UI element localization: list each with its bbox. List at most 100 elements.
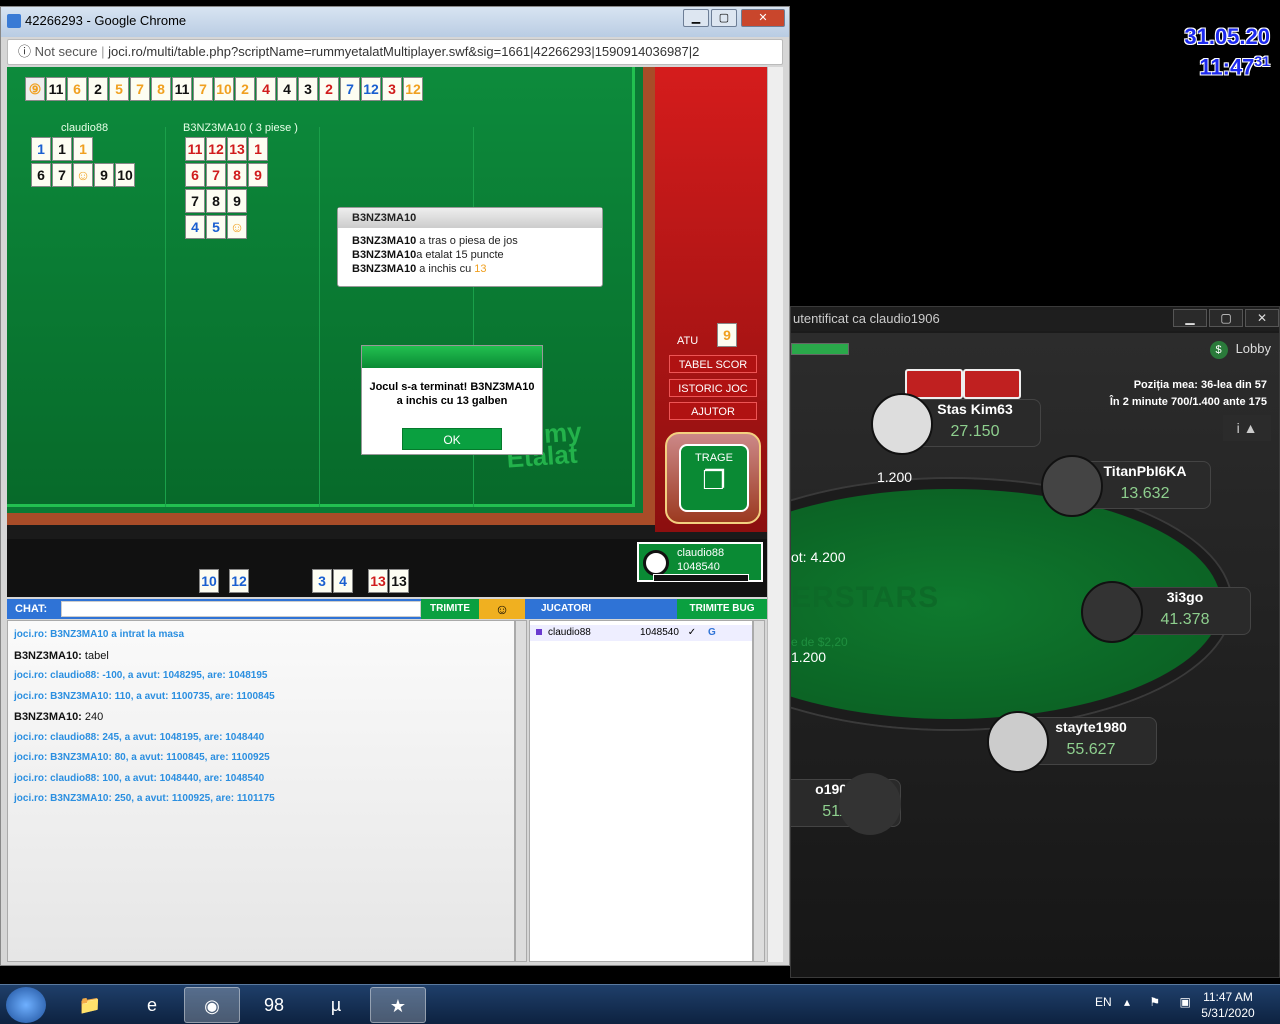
chat-bar: CHAT: TRIMITE ☺ JUCATORI TRIMITE BUG [7,599,767,619]
address-bar[interactable]: ⓘ Not secure | joci.ro/multi/table.php?s… [7,39,783,65]
help-button[interactable]: AJUTOR [669,402,757,420]
tournament-info: Poziția mea: 36-lea din 57 În 2 minute 7… [1110,377,1267,411]
score-table-button[interactable]: TABEL SCOR [669,355,757,373]
tile[interactable]: 6 [31,163,51,187]
tile[interactable]: ☺ [73,163,93,187]
language-indicator[interactable]: EN [1095,995,1112,1009]
utorrent-icon[interactable]: µ [308,987,364,1023]
tile[interactable]: 1 [31,137,51,161]
tile[interactable]: 2 [88,77,108,101]
game-over-dialog: Jocul s-a terminat! B3NZ3MA10 a inchis c… [361,345,543,455]
tile[interactable]: 7 [193,77,213,101]
tile[interactable]: 11 [46,77,66,101]
meld-row: 6789 [185,163,269,187]
tile[interactable]: 7 [340,77,360,101]
tile[interactable]: 8 [151,77,171,101]
internet-explorer-icon[interactable]: e [124,987,180,1023]
tile[interactable]: 8 [227,163,247,187]
atu-label: ATU [677,335,699,347]
tile[interactable]: 3 [312,569,332,593]
tile[interactable]: 5 [109,77,129,101]
tile[interactable]: 6 [185,163,205,187]
tile[interactable]: 4 [333,569,353,593]
info-icon[interactable]: ⓘ [18,44,31,59]
tile[interactable]: 3 [382,77,402,101]
tile[interactable]: 7 [130,77,150,101]
joker-tile[interactable]: ⑨ [25,77,45,101]
tile[interactable]: 6 [67,77,87,101]
tile[interactable]: 10 [199,569,219,593]
tile[interactable]: 5 [206,215,226,239]
tile[interactable]: 12 [361,77,381,101]
popup-line: B3NZ3MA10 a tras o piesa de jos [352,235,518,247]
tile[interactable]: 7 [206,163,226,187]
players-scrollbar[interactable] [753,620,765,962]
minimize-button[interactable]: ▁ [1173,309,1207,327]
maximize-button[interactable]: ▢ [1209,309,1243,327]
emoji-button[interactable]: ☺ [479,599,525,619]
blinds-info: În 2 minute 700/1.400 ante 175 [1109,396,1267,408]
side-panel: ATU 9 TABEL SCOR ISTORIC JOC AJUTOR TRAG… [655,67,767,532]
tile[interactable]: 12 [206,137,226,161]
tile[interactable]: 1 [73,137,93,161]
close-button[interactable]: ✕ [741,9,785,27]
tile[interactable]: 7 [52,163,72,187]
lobby-button[interactable]: $ Lobby [1209,341,1271,359]
info-icon[interactable]: i ▲ [1223,415,1271,441]
send-button[interactable]: TRIMITE [421,599,479,619]
seat-titanpbi6ka[interactable]: TitanPbI6KA 13.632 [1041,455,1211,517]
tile[interactable]: 7 [185,189,205,213]
minimize-button[interactable]: ▁ [683,9,709,27]
tile[interactable]: 11 [185,137,205,161]
tile[interactable]: 10 [115,163,135,187]
tile[interactable]: 13 [389,569,409,593]
system-tray[interactable]: ▴ ⚑ ▣ [1124,995,1199,1009]
player-row[interactable]: claudio88 1048540 ✓ G [530,625,752,641]
atu-tile: 9 [717,323,737,347]
chat-scrollbar[interactable] [515,620,527,962]
tile[interactable]: 8 [206,189,226,213]
tile[interactable]: 4 [277,77,297,101]
tile[interactable]: 4 [256,77,276,101]
tile[interactable]: 2 [235,77,255,101]
tile[interactable]: 9 [227,189,247,213]
chat-input[interactable] [61,601,421,617]
meld-row: 111 [31,137,94,161]
top-tile-row[interactable]: ⑨ 11 6 2 5 7 8 11 7 10 2 4 4 3 2 7 12 3 12 [25,77,424,103]
tile[interactable]: 9 [94,163,114,187]
explorer-icon[interactable]: 📁 [62,987,118,1023]
desktop-clock: 31.05.20 11:4731 [1184,24,1270,79]
tile[interactable]: 10 [214,77,234,101]
page-scrollbar[interactable] [767,67,783,962]
pokerstars-icon[interactable]: ★ [370,987,426,1023]
tile[interactable]: 11 [172,77,192,101]
chat-line: joci.ro: claudio88: 245, a avut: 1048195… [14,731,265,743]
tile[interactable]: 13 [227,137,247,161]
tile[interactable]: 9 [248,163,268,187]
seat-3i3go[interactable]: 3i3go 41.378 [1081,581,1251,643]
side-text: e de $2,20 [791,635,848,649]
hand-tiles[interactable]: 10 12 3 4 13 13 [199,569,410,593]
tile[interactable]: 2 [319,77,339,101]
tile[interactable]: 12 [229,569,249,593]
tile[interactable]: 3 [298,77,318,101]
start-button[interactable] [6,987,46,1023]
tile[interactable]: 13 [368,569,388,593]
maximize-button[interactable]: ▢ [711,9,737,27]
deck-icon: ❐ [702,465,726,495]
tile[interactable]: ☺ [227,215,247,239]
tile[interactable]: 4 [185,215,205,239]
game-history-button[interactable]: ISTORIC JOC [669,379,757,397]
ok-button[interactable]: OK [402,428,502,450]
chrome-icon[interactable]: ◉ [184,987,240,1023]
tile[interactable]: 12 [403,77,423,101]
send-bug-button[interactable]: TRIMITE BUG [677,599,767,619]
tile[interactable]: 1 [52,137,72,161]
draw-button[interactable]: TRAGE ❐ [665,432,761,524]
close-button[interactable]: ✕ [1245,309,1279,327]
taskbar-clock[interactable]: 11:47 AM 5/31/2020 [1196,989,1260,1021]
usm98-icon[interactable]: 98 [246,987,302,1023]
seat-stayte1980[interactable]: stayte1980 55.627 [987,711,1157,773]
tile[interactable]: 1 [248,137,268,161]
seat-stas-kim63[interactable]: Stas Kim63 27.150 [871,393,1041,455]
